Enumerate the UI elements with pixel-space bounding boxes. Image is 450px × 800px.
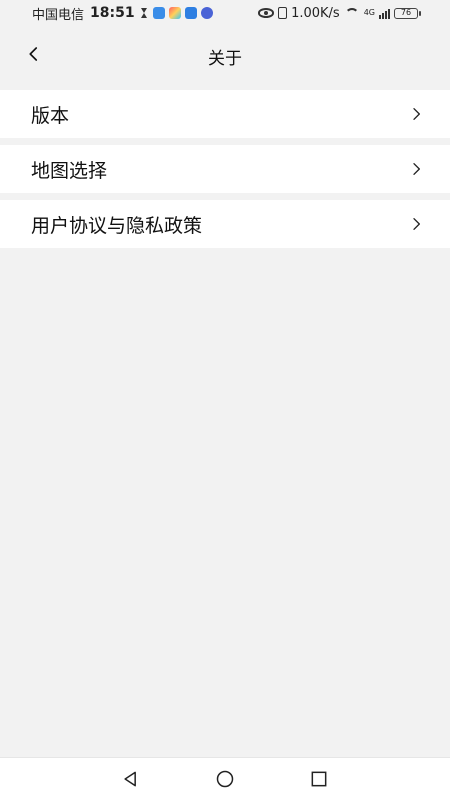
status-bar-left: 中国电信 18:51 (32, 4, 213, 23)
page-title: 关于 (208, 48, 242, 69)
vibrate-icon (278, 7, 288, 19)
system-navigation-bar (0, 757, 450, 800)
carrier-name: 中国电信 (32, 7, 85, 23)
system-home-button[interactable] (214, 768, 236, 790)
menu-item-label: 用户协议与隐私政策 (31, 214, 203, 237)
menu-item-map-selection[interactable]: 地图选择 (0, 145, 450, 193)
network-speed: 1.00K/s (291, 5, 340, 21)
photo-app-icon (168, 7, 181, 19)
signal-icon (379, 7, 390, 19)
menu-item-label: 地图选择 (31, 159, 108, 182)
chevron-right-icon (408, 106, 424, 122)
status-bar-right: 1.00K/s 4G 76 (258, 5, 421, 21)
circle-home-icon (216, 770, 234, 788)
cloud-app-icon (184, 7, 197, 19)
about-menu-list: 版本 地图选择 用户协议与隐私政策 (0, 90, 450, 255)
chevron-left-icon (29, 47, 38, 61)
triangle-back-icon (124, 771, 136, 787)
menu-item-version[interactable]: 版本 (0, 90, 450, 138)
status-time: 18:51 (90, 5, 135, 21)
menu-item-user-agreement-privacy[interactable]: 用户协议与隐私政策 (0, 200, 450, 248)
hourglass-icon (139, 7, 149, 19)
music-app-icon (200, 7, 213, 19)
network-type: 4G (363, 8, 375, 17)
eye-icon (258, 8, 275, 18)
menu-item-label: 版本 (31, 104, 70, 127)
system-recent-apps-button[interactable] (308, 768, 330, 790)
app-notification-icon (152, 7, 165, 19)
back-button[interactable] (20, 40, 48, 68)
battery-icon: 76 (394, 7, 421, 19)
wifi-icon (344, 7, 360, 19)
square-recent-icon (311, 771, 327, 787)
system-back-button[interactable] (120, 768, 142, 790)
chevron-right-icon (408, 161, 424, 177)
top-nav-bar: 关于 (0, 26, 450, 86)
chevron-right-icon (408, 216, 424, 232)
battery-level: 76 (400, 7, 412, 17)
status-bar: 中国电信 18:51 1.00K/s 4G 76 (0, 0, 450, 26)
